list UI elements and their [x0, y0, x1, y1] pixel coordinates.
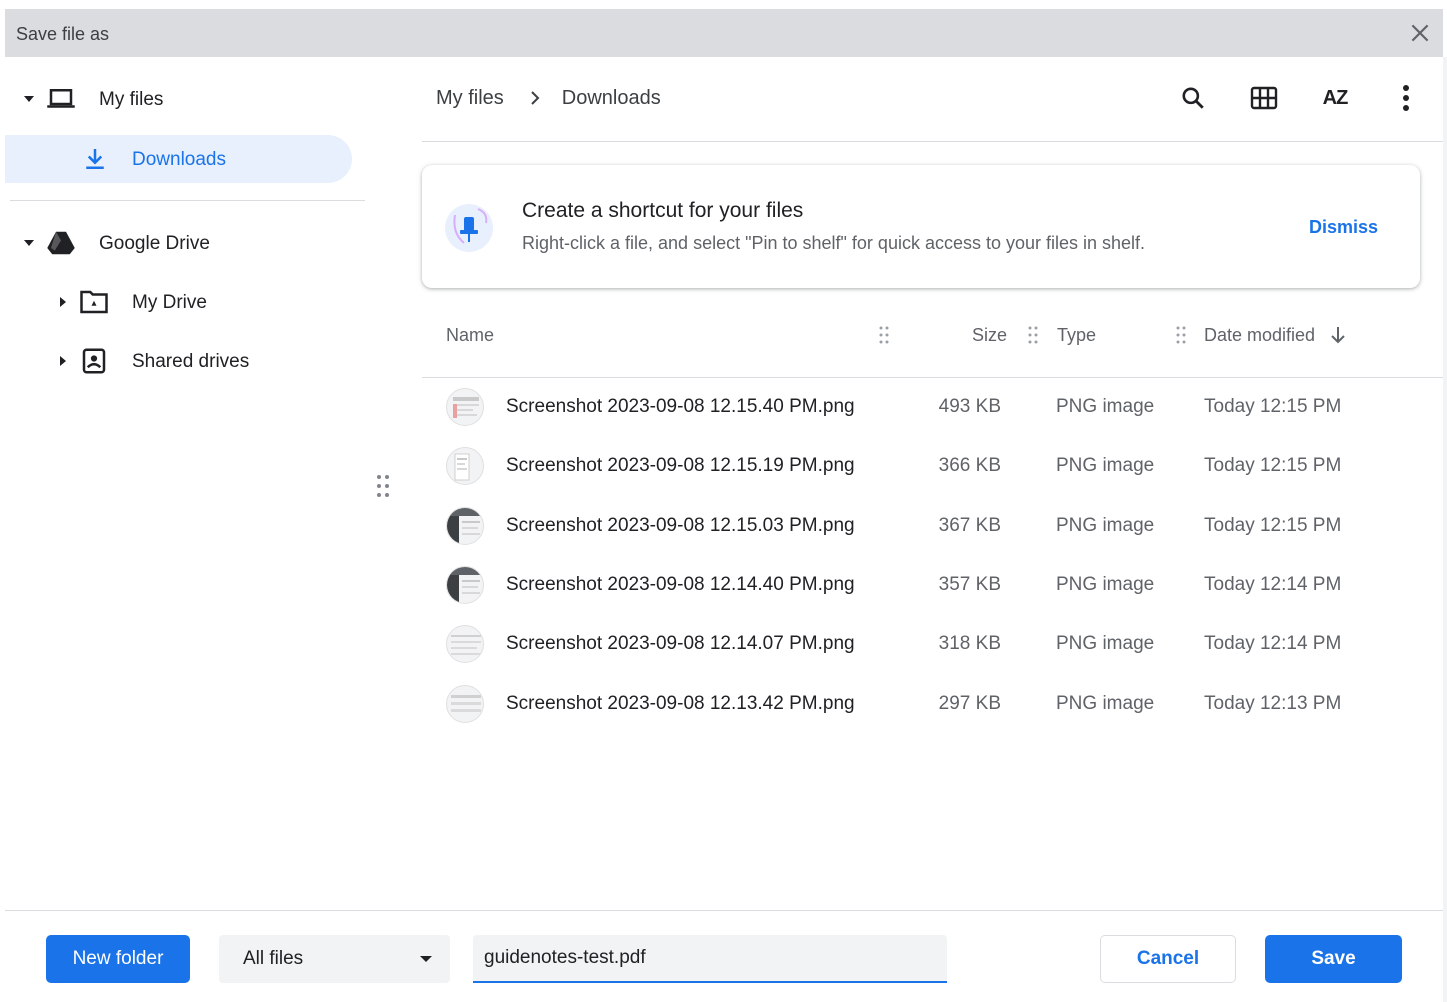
- sidebar-item-label: My Drive: [132, 292, 207, 313]
- file-type: PNG image: [1056, 633, 1155, 654]
- image-thumbnail: [446, 566, 484, 604]
- sidebar-item-label: Google Drive: [99, 233, 210, 254]
- grid-view-button[interactable]: [1246, 80, 1282, 116]
- file-name: Screenshot 2023-09-08 12.15.03 PM.png: [506, 515, 855, 536]
- file-size: 493 KB: [938, 396, 1001, 417]
- file-type: PNG image: [1056, 455, 1155, 476]
- sidebar-item-shared-drives[interactable]: Shared drives: [5, 337, 352, 385]
- sidebar-item-label: Downloads: [132, 149, 226, 170]
- laptop-icon: [47, 89, 75, 108]
- sidebar-item-my-files[interactable]: My files: [5, 75, 352, 123]
- file-size: 366 KB: [938, 455, 1001, 476]
- image-thumbnail: [446, 625, 484, 663]
- google-drive-icon: [47, 231, 75, 255]
- grid-view-icon: [1250, 86, 1278, 110]
- sort-az-icon: AZ: [1322, 86, 1349, 109]
- table-row[interactable]: Screenshot 2023-09-08 12.15.19 PM.png 36…: [422, 437, 1443, 496]
- close-icon[interactable]: [1407, 20, 1433, 46]
- dialog-title-bar: Save file as: [5, 9, 1443, 57]
- file-date: Today 12:14 PM: [1204, 574, 1342, 595]
- file-name: Screenshot 2023-09-08 12.14.07 PM.png: [506, 633, 855, 654]
- breadcrumb-my-files[interactable]: My files: [436, 87, 504, 110]
- search-icon: [1182, 87, 1204, 109]
- table-row[interactable]: Screenshot 2023-09-08 12.15.40 PM.png 49…: [422, 378, 1443, 437]
- dialog-title: Save file as: [16, 24, 110, 44]
- table-row[interactable]: Screenshot 2023-09-08 12.13.42 PM.png 29…: [422, 675, 1443, 734]
- file-size: 318 KB: [938, 633, 1001, 654]
- sidebar-resize-handle[interactable]: [376, 474, 390, 498]
- column-resize-handle[interactable]: [879, 326, 889, 344]
- sidebar-divider: [10, 200, 365, 201]
- sidebar-item-my-drive[interactable]: My Drive: [5, 278, 352, 326]
- shared-drives-icon: [82, 348, 106, 374]
- sort-button[interactable]: AZ: [1317, 80, 1353, 116]
- file-size: 297 KB: [938, 693, 1001, 714]
- expand-down-icon[interactable]: [24, 238, 34, 248]
- column-header-name[interactable]: Name: [446, 318, 494, 352]
- file-type: PNG image: [1056, 693, 1155, 714]
- column-header-size[interactable]: Size: [972, 318, 1007, 352]
- file-name: Screenshot 2023-09-08 12.14.40 PM.png: [506, 574, 855, 595]
- sidebar-item-label: My files: [99, 89, 164, 110]
- more-options-button[interactable]: [1388, 80, 1424, 116]
- search-button[interactable]: [1175, 80, 1211, 116]
- filter-selected-value: All files: [243, 948, 304, 969]
- drive-folder-icon: [80, 290, 108, 314]
- new-folder-button[interactable]: New folder: [46, 935, 190, 983]
- pin-illustration-icon: [445, 204, 493, 252]
- save-button[interactable]: Save: [1265, 935, 1402, 983]
- column-resize-handle[interactable]: [1176, 326, 1186, 344]
- banner-text: Right-click a file, and select "Pin to s…: [522, 233, 1146, 253]
- file-date: Today 12:13 PM: [1204, 693, 1342, 714]
- file-date: Today 12:15 PM: [1204, 455, 1342, 476]
- column-header-label: Date modified: [1204, 324, 1316, 345]
- window-edge: [1443, 57, 1447, 1002]
- sidebar: My files Downloads Google Drive My Drive…: [5, 57, 365, 910]
- dismiss-button[interactable]: Dismiss: [1309, 217, 1378, 238]
- file-type: PNG image: [1056, 574, 1155, 595]
- banner-title: Create a shortcut for your files: [522, 199, 804, 222]
- filename-input[interactable]: [473, 935, 947, 983]
- file-name: Screenshot 2023-09-08 12.13.42 PM.png: [506, 693, 855, 714]
- table-row[interactable]: Screenshot 2023-09-08 12.15.03 PM.png 36…: [422, 497, 1443, 556]
- column-resize-handle[interactable]: [1028, 326, 1038, 344]
- file-name: Screenshot 2023-09-08 12.15.19 PM.png: [506, 455, 855, 476]
- cancel-button[interactable]: Cancel: [1100, 935, 1236, 983]
- column-header-date-modified[interactable]: Date modified: [1204, 318, 1347, 352]
- file-type-filter-select[interactable]: All files: [219, 935, 450, 983]
- breadcrumb-downloads[interactable]: Downloads: [562, 87, 661, 110]
- image-thumbnail: [446, 447, 484, 485]
- file-size: 357 KB: [938, 574, 1001, 595]
- file-type: PNG image: [1056, 515, 1155, 536]
- file-date: Today 12:14 PM: [1204, 633, 1342, 654]
- chevron-down-icon: [420, 956, 432, 962]
- image-thumbnail: [446, 388, 484, 426]
- toolbar-divider: [422, 141, 1443, 142]
- column-header-type[interactable]: Type: [1057, 318, 1096, 352]
- file-date: Today 12:15 PM: [1204, 515, 1342, 536]
- breadcrumb: My files Downloads: [436, 84, 661, 112]
- file-type: PNG image: [1056, 396, 1155, 417]
- file-date: Today 12:15 PM: [1204, 396, 1342, 417]
- chevron-right-icon: [531, 91, 540, 105]
- sidebar-item-google-drive[interactable]: Google Drive: [5, 219, 352, 267]
- sidebar-item-downloads[interactable]: Downloads: [5, 135, 352, 183]
- expand-right-icon[interactable]: [58, 356, 68, 366]
- image-thumbnail: [446, 507, 484, 545]
- expand-down-icon[interactable]: [24, 94, 34, 104]
- image-thumbnail: [446, 685, 484, 723]
- file-size: 367 KB: [938, 515, 1001, 536]
- expand-right-icon[interactable]: [58, 297, 68, 307]
- more-vert-icon: [1403, 85, 1409, 111]
- footer-divider: [5, 910, 1443, 911]
- table-row[interactable]: Screenshot 2023-09-08 12.14.40 PM.png 35…: [422, 556, 1443, 615]
- file-name: Screenshot 2023-09-08 12.15.40 PM.png: [506, 396, 855, 417]
- download-icon: [86, 149, 104, 169]
- arrow-down-icon: [1331, 327, 1345, 344]
- shortcut-banner: Create a shortcut for your files Right-c…: [422, 165, 1420, 288]
- table-row[interactable]: Screenshot 2023-09-08 12.14.07 PM.png 31…: [422, 615, 1443, 674]
- sidebar-item-label: Shared drives: [132, 351, 250, 372]
